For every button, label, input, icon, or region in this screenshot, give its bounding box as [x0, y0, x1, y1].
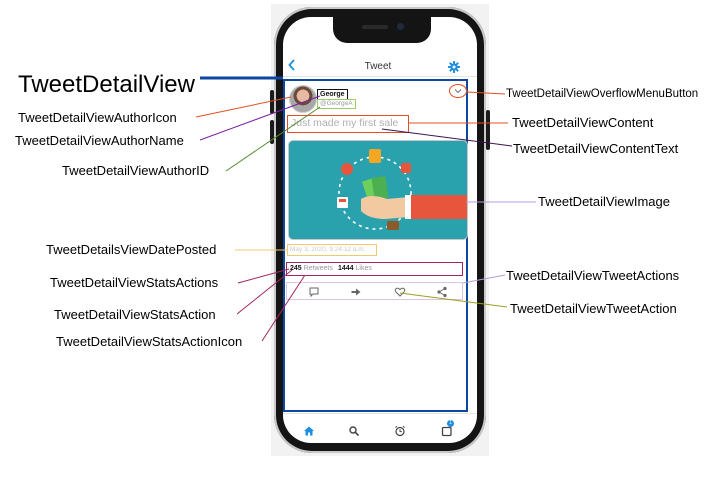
label-content: TweetDetailViewContent [512, 115, 654, 130]
label-tweet-detail-view: TweetDetailView [18, 71, 195, 98]
label-tweet-action: TweetDetailViewTweetAction [510, 301, 677, 316]
label-author-id: TweetDetailViewAuthorID [62, 163, 210, 178]
label-stats-actions: TweetDetailViewStatsActions [50, 275, 219, 290]
label-author-name: TweetDetailViewAuthorName [15, 133, 184, 148]
label-author-icon: TweetDetailViewAuthorIcon [18, 110, 177, 125]
label-image: TweetDetailViewImage [538, 194, 670, 209]
label-date-posted: TweetDetailsViewDatePosted [46, 242, 217, 257]
label-tweet-actions: TweetDetailViewTweetActions [506, 268, 680, 283]
label-stats-action-icon: TweetDetailViewStatsActionIcon [56, 334, 243, 349]
label-overflow-menu-button: TweetDetailViewOverflowMenuButton [506, 88, 699, 100]
label-content-text: TweetDetailViewContentText [513, 141, 679, 156]
label-stats-action: TweetDetailViewStatsAction [54, 307, 216, 322]
